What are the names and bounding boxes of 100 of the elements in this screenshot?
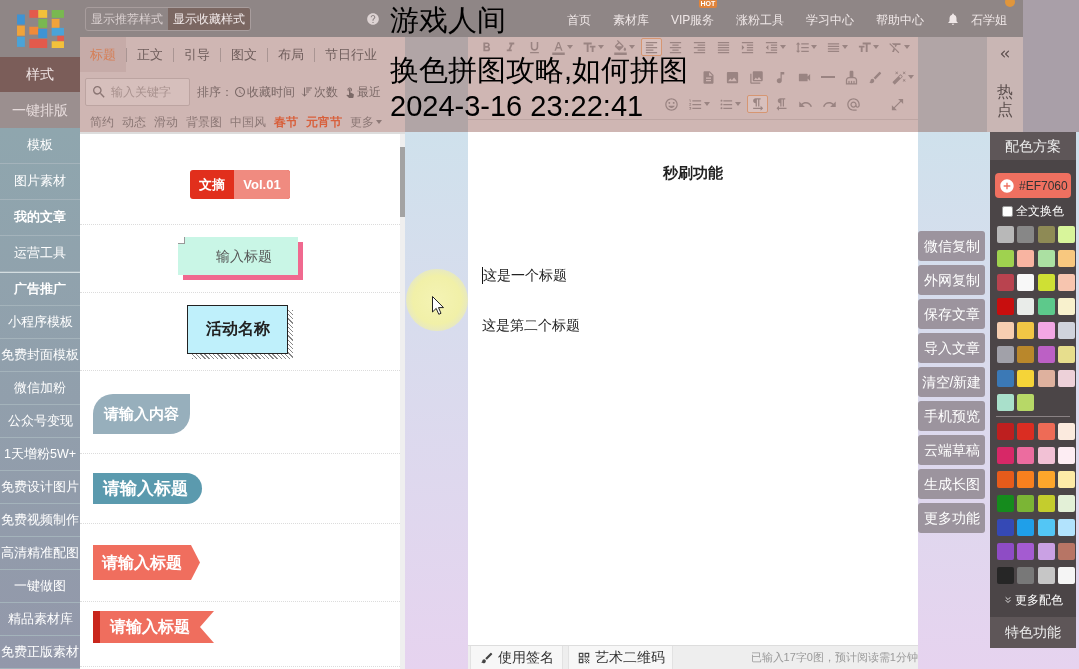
color-swatch[interactable] xyxy=(1037,322,1055,339)
color-swatch[interactable] xyxy=(1017,567,1035,584)
title-sample[interactable]: 请输入标题 xyxy=(93,473,202,504)
title-sample[interactable]: 请输入标题 xyxy=(93,545,200,580)
action-button[interactable]: 清空/新建 xyxy=(918,367,985,397)
color-swatch[interactable] xyxy=(1037,274,1055,291)
action-button[interactable]: 导入文章 xyxy=(918,333,985,363)
color-swatch[interactable] xyxy=(1017,394,1035,411)
color-swatch[interactable] xyxy=(1057,250,1075,267)
color-swatch[interactable] xyxy=(1037,250,1055,267)
nav-link[interactable]: 学习中心 xyxy=(806,10,855,29)
nav-link[interactable]: VIP服务 xyxy=(671,10,715,29)
sort-option[interactable]: 收藏时间 xyxy=(234,83,295,101)
toggle-button[interactable]: 显示收藏样式 xyxy=(168,7,250,30)
color-swatch[interactable] xyxy=(1037,423,1055,440)
help-icon[interactable] xyxy=(366,11,380,26)
category-tab[interactable]: 图文 xyxy=(221,37,267,72)
color-swatch[interactable] xyxy=(1017,519,1035,536)
color-swatch[interactable] xyxy=(1057,543,1075,560)
color-swatch[interactable] xyxy=(1017,471,1035,488)
nav-link[interactable]: 涨粉工具 xyxy=(736,10,785,29)
color-swatch[interactable] xyxy=(1057,370,1075,387)
color-swatch[interactable] xyxy=(1037,471,1055,488)
color-swatch[interactable] xyxy=(1057,322,1075,339)
color-swatch[interactable] xyxy=(1017,250,1035,267)
color-swatch[interactable] xyxy=(1037,495,1055,512)
filter-tag[interactable]: 更多 xyxy=(350,113,382,131)
nav-link[interactable]: 帮助中心 xyxy=(876,10,925,29)
color-swatch[interactable] xyxy=(997,274,1014,291)
color-swatch[interactable] xyxy=(1057,567,1075,584)
color-swatch[interactable] xyxy=(997,543,1014,560)
double-chevron-left-icon[interactable] xyxy=(998,47,1012,61)
ltr-button[interactable] xyxy=(747,95,768,113)
color-swatch[interactable] xyxy=(1037,519,1055,536)
color-swatch[interactable] xyxy=(1017,543,1035,560)
category-tab[interactable]: 引导 xyxy=(174,37,220,72)
color-swatch[interactable] xyxy=(1057,447,1075,464)
title-badge[interactable]: 文摘 Vol.01 xyxy=(190,169,290,199)
mode-tab[interactable]: 样式 xyxy=(0,56,80,93)
checkbox[interactable] xyxy=(1002,205,1013,217)
color-swatch[interactable] xyxy=(997,370,1014,387)
color-swatch[interactable] xyxy=(997,447,1014,464)
filter-tag[interactable]: 滑动 xyxy=(154,113,178,131)
sort-option[interactable]: 最近 xyxy=(344,83,381,101)
toggle-button[interactable]: 显示推荐样式 xyxy=(86,7,168,30)
color-swatch[interactable] xyxy=(997,519,1014,536)
category-tab[interactable]: 正文 xyxy=(127,37,173,72)
action-button[interactable]: 外网复制 xyxy=(918,265,985,295)
color-swatch[interactable] xyxy=(1017,346,1035,363)
category-tab[interactable]: 布局 xyxy=(268,37,314,72)
color-swatch[interactable] xyxy=(997,423,1014,440)
filter-tag[interactable]: 动态 xyxy=(122,113,146,131)
qrcode-button[interactable]: 艺术二维码 xyxy=(568,646,673,669)
color-swatch[interactable] xyxy=(997,322,1014,339)
color-swatch[interactable] xyxy=(1017,322,1035,339)
filter-tag[interactable]: 中国风 xyxy=(230,113,266,131)
filter-tag[interactable]: 元宵节 xyxy=(306,113,342,131)
color-swatch[interactable] xyxy=(1057,471,1075,488)
side-tab-label[interactable]: 热点 xyxy=(997,83,1013,119)
filter-tag[interactable]: 背景图 xyxy=(186,113,222,131)
color-swatch[interactable] xyxy=(1037,567,1055,584)
nav-link[interactable]: 首页 xyxy=(567,10,591,29)
action-button[interactable]: 微信复制 xyxy=(918,231,985,261)
color-swatch[interactable] xyxy=(1017,370,1035,387)
color-swatch[interactable] xyxy=(997,394,1014,411)
color-swatch[interactable] xyxy=(1017,495,1035,512)
color-swatch[interactable] xyxy=(1037,226,1055,243)
sort-option[interactable]: 次数 xyxy=(301,83,338,101)
feature-tab[interactable]: 特色功能 xyxy=(990,617,1076,648)
action-button[interactable]: 更多功能 xyxy=(918,503,985,533)
user-name[interactable]: 石学姐 xyxy=(971,10,1008,29)
color-swatch[interactable] xyxy=(1057,298,1075,315)
color-swatch[interactable] xyxy=(1057,519,1075,536)
action-button[interactable]: 云端草稿 xyxy=(918,435,985,465)
color-swatch[interactable] xyxy=(1057,423,1075,440)
more-colors-link[interactable]: 更多配色 xyxy=(990,590,1076,610)
editor-page[interactable]: 秒刷功能 这是一个标题 这是第二个标题 xyxy=(468,132,918,645)
action-button[interactable]: 保存文章 xyxy=(918,299,985,329)
color-swatch[interactable] xyxy=(997,226,1014,243)
color-swatch[interactable] xyxy=(1057,495,1075,512)
color-swatch[interactable] xyxy=(1017,226,1035,243)
color-swatch[interactable] xyxy=(997,567,1014,584)
color-swatch[interactable] xyxy=(997,495,1014,512)
color-swatch[interactable] xyxy=(1057,346,1075,363)
scrollbar-thumb[interactable] xyxy=(400,147,405,217)
filter-tag[interactable]: 春节 xyxy=(274,113,298,131)
color-swatch[interactable] xyxy=(1037,346,1055,363)
filter-tag[interactable]: 简约 xyxy=(90,113,114,131)
color-swatch[interactable] xyxy=(1017,274,1035,291)
logo-icon[interactable] xyxy=(16,10,64,49)
color-swatch[interactable] xyxy=(997,346,1014,363)
action-button[interactable]: 生成长图 xyxy=(918,469,985,499)
color-swatch[interactable] xyxy=(1017,447,1035,464)
color-swatch[interactable] xyxy=(1037,370,1055,387)
action-button[interactable]: 手机预览 xyxy=(918,401,985,431)
color-swatch[interactable] xyxy=(1017,423,1035,440)
align-left-button[interactable] xyxy=(641,38,662,56)
current-color-button[interactable]: #EF7060 xyxy=(995,173,1071,198)
color-swatch[interactable] xyxy=(1037,543,1055,560)
color-swatch[interactable] xyxy=(997,471,1014,488)
